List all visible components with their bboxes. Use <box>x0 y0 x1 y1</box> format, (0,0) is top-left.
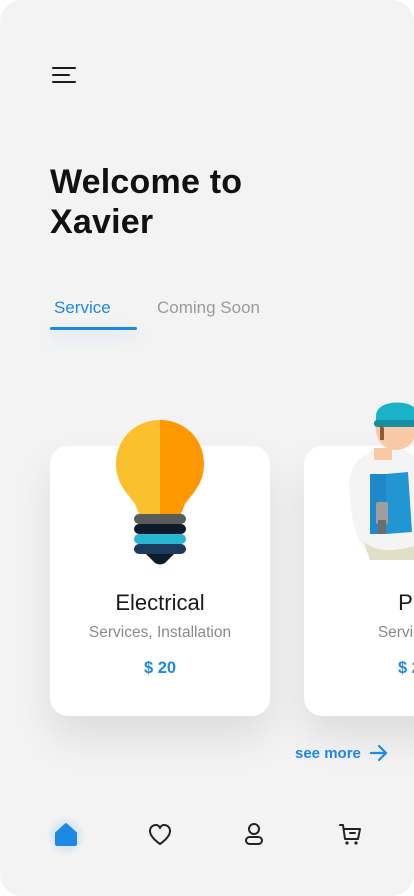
arrow-right-icon <box>369 744 387 762</box>
cart-icon <box>339 824 361 845</box>
heart-icon <box>149 824 171 845</box>
card-title: Plu <box>398 590 414 615</box>
user-icon <box>245 823 263 845</box>
see-more-label: see more <box>295 744 361 762</box>
home-icon <box>55 823 77 846</box>
card-title: Electrical <box>115 590 205 615</box>
app-screen: Welcome to Xavier Service Coming Soon El… <box>0 0 414 896</box>
card-subtitle: Services, Installation <box>88 624 232 641</box>
card-subtitle: Services, I <box>377 624 414 641</box>
nav-profile[interactable] <box>238 818 270 850</box>
lightbulb-illustration <box>116 420 204 565</box>
card-price: $ 20 <box>397 659 414 677</box>
nav-favorites[interactable] <box>144 818 176 850</box>
nav-cart[interactable] <box>334 818 366 850</box>
see-more-link[interactable]: see more <box>295 744 389 762</box>
tab-service[interactable]: Service <box>54 298 111 318</box>
menu-icon[interactable] <box>52 64 80 86</box>
card-price: $ 20 <box>143 659 177 677</box>
page-title: Welcome to Xavier <box>50 163 243 241</box>
plumber-illustration <box>349 402 414 560</box>
active-tab-indicator <box>50 327 137 330</box>
nav-home[interactable] <box>46 816 86 856</box>
tab-coming-soon[interactable]: Coming Soon <box>157 298 260 318</box>
